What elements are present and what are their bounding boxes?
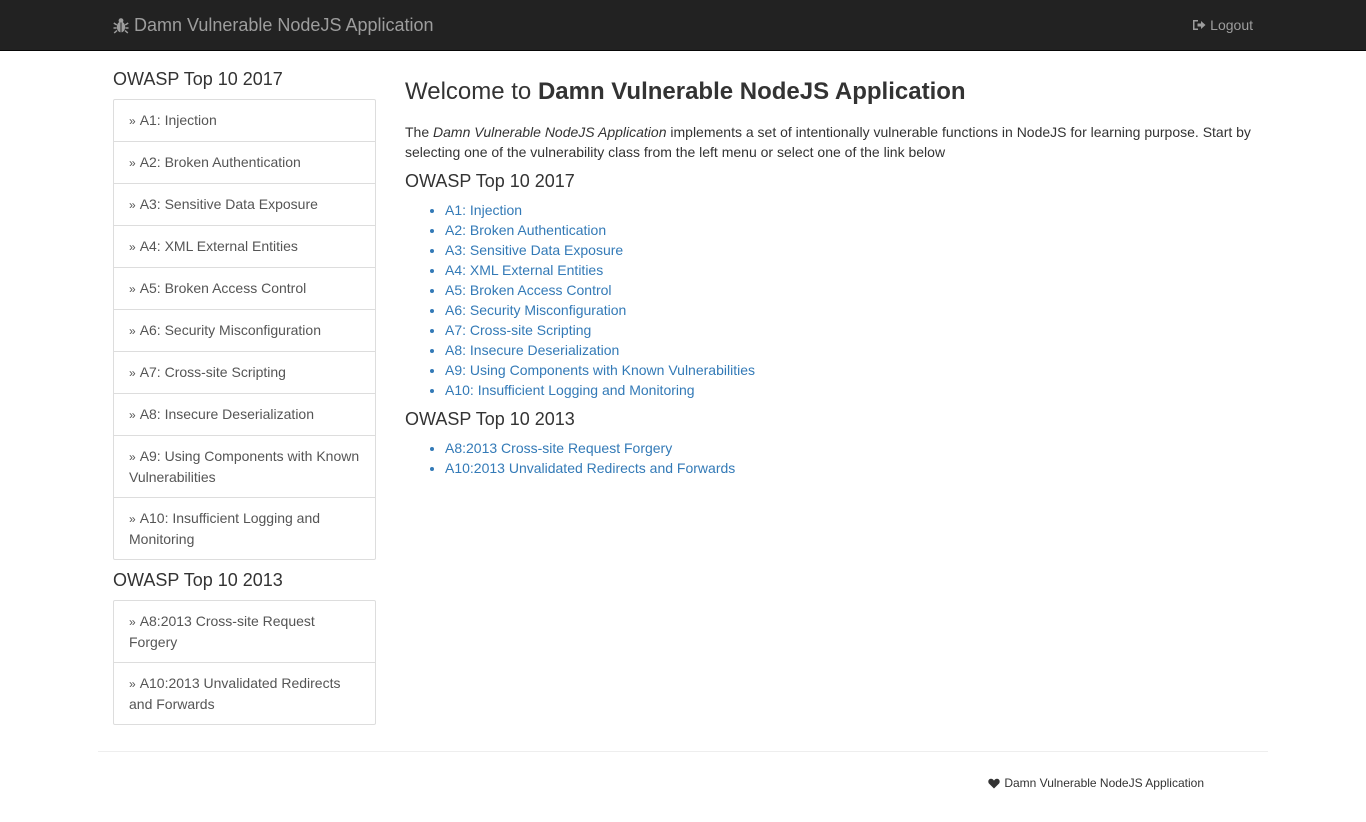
sidebar-item-label: A5: Broken Access Control [139,280,307,296]
logout-label: Logout [1210,17,1253,33]
sidebar-item-a10[interactable]: » A10: Insufficient Logging and Monitorin… [113,497,376,560]
double-chevron-right-icon: » [129,324,136,338]
sidebar: OWASP Top 10 2017 » A1: Injection » A2: Br… [113,66,376,732]
sidebar-item-a10-2013[interactable]: » A10:2013 Unvalidated Redirects and Forw… [113,662,376,725]
page-title: Welcome to Damn Vulnerable NodeJS Applic… [405,76,1255,108]
section-heading-2017: OWASP Top 10 2017 [405,171,575,191]
double-chevron-right-icon: » [129,114,136,128]
link-a1[interactable]: A1: Injection [445,202,522,218]
heart-icon [988,778,1000,789]
link-a6[interactable]: A6: Security Misconfiguration [445,302,626,318]
footer-divider [98,751,1268,752]
sidebar-item-label: A3: Sensitive Data Exposure [139,196,318,212]
sidebar-heading-2017: OWASP Top 10 2017 [113,69,283,89]
brand-title: Damn Vulnerable NodeJS Application [134,15,434,35]
double-chevron-right-icon: » [129,240,136,254]
double-chevron-right-icon: » [129,198,136,212]
top-navbar: Damn Vulnerable NodeJS Application Logou… [0,0,1366,51]
sidebar-item-label: A10:2013 Unvalidated Redirects and Forwa… [129,675,341,712]
double-chevron-right-icon: » [129,156,136,170]
list-item: A3: Sensitive Data Exposure [445,240,1255,260]
page-title-prefix: Welcome to [405,78,538,105]
link-a10[interactable]: A10: Insufficient Logging and Monitoring [445,382,695,398]
double-chevron-right-icon: » [129,366,136,380]
link-list-2013: A8:2013 Cross-site Request Forgery A10:2… [405,438,1255,478]
sidebar-item-label: A9: Using Components with Known Vulnerab… [129,448,360,485]
list-item: A2: Broken Authentication [445,220,1255,240]
list-item: A5: Broken Access Control [445,280,1255,300]
intro-the: The [405,124,434,140]
footer-text: Damn Vulnerable NodeJS Application [1004,776,1204,790]
link-a2[interactable]: A2: Broken Authentication [445,222,606,238]
list-item: A9: Using Components with Known Vulnerab… [445,360,1255,380]
list-item: A8:2013 Cross-site Request Forgery [445,438,1255,458]
link-a8-2013[interactable]: A8:2013 Cross-site Request Forgery [445,440,672,456]
double-chevron-right-icon: » [129,450,136,464]
section-heading-2013: OWASP Top 10 2013 [405,409,575,429]
logout-link[interactable]: Logout [1192,16,1253,34]
sidebar-item-a8-2013[interactable]: » A8:2013 Cross-site Request Forgery [113,600,376,663]
sidebar-item-a9[interactable]: » A9: Using Components with Known Vulnera… [113,435,376,498]
double-chevron-right-icon: » [129,512,136,526]
list-item: A1: Injection [445,200,1255,220]
list-item: A10: Insufficient Logging and Monitoring [445,380,1255,400]
sidebar-list-2017: » A1: Injection » A2: Broken Authenticatio… [113,99,376,560]
list-item: A10:2013 Unvalidated Redirects and Forwa… [445,458,1255,478]
page-title-app: Damn Vulnerable NodeJS Application [537,78,966,105]
sidebar-item-label: A10: Insufficient Logging and Monitoring [129,510,321,547]
list-item: A4: XML External Entities [445,260,1255,280]
sidebar-item-label: A6: Security Misconfiguration [139,322,321,338]
intro-app-name: Damn Vulnerable NodeJS Application [433,124,667,140]
link-a4[interactable]: A4: XML External Entities [445,262,603,278]
sidebar-item-a8[interactable]: » A8: Insecure Deserialization [113,393,376,436]
sidebar-item-a2[interactable]: » A2: Broken Authentication [113,141,376,184]
sidebar-item-label: A8:2013 Cross-site Request Forgery [129,613,315,650]
sidebar-item-label: A8: Insecure Deserialization [139,406,314,422]
link-a3[interactable]: A3: Sensitive Data Exposure [445,242,623,258]
sidebar-item-a7[interactable]: » A7: Cross-site Scripting [113,351,376,394]
sidebar-item-a4[interactable]: » A4: XML External Entities [113,225,376,268]
list-item: A6: Security Misconfiguration [445,300,1255,320]
sidebar-item-label: A1: Injection [139,112,217,128]
sidebar-item-a5[interactable]: » A5: Broken Access Control [113,267,376,310]
intro-paragraph: The Damn Vulnerable NodeJS Application i… [405,122,1255,162]
sidebar-item-a3[interactable]: » A3: Sensitive Data Exposure [113,183,376,226]
list-item: A7: Cross-site Scripting [445,320,1255,340]
link-a10-2013[interactable]: A10:2013 Unvalidated Redirects and Forwa… [445,460,735,476]
link-a7[interactable]: A7: Cross-site Scripting [445,322,591,338]
link-a5[interactable]: A5: Broken Access Control [445,282,612,298]
sidebar-heading-2013: OWASP Top 10 2013 [113,570,283,590]
double-chevron-right-icon: » [129,677,136,691]
link-a9[interactable]: A9: Using Components with Known Vulnerab… [445,362,755,378]
sidebar-item-a6[interactable]: » A6: Security Misconfiguration [113,309,376,352]
bug-icon [113,17,129,34]
link-list-2017: A1: Injection A2: Broken Authentication … [405,200,1255,400]
double-chevron-right-icon: » [129,408,136,422]
link-a8[interactable]: A8: Insecure Deserialization [445,342,619,358]
sidebar-item-label: A2: Broken Authentication [139,154,301,170]
sidebar-item-a1[interactable]: » A1: Injection [113,99,376,142]
main-content: Welcome to Damn Vulnerable NodeJS Applic… [405,76,1255,486]
sidebar-list-2013: » A8:2013 Cross-site Request Forgery » A10… [113,600,376,725]
sidebar-item-label: A7: Cross-site Scripting [139,364,286,380]
sidebar-item-label: A4: XML External Entities [139,238,298,254]
footer: Damn Vulnerable NodeJS Application [988,776,1204,790]
sign-out-icon [1192,19,1206,31]
list-item: A8: Insecure Deserialization [445,340,1255,360]
double-chevron-right-icon: » [129,282,136,296]
brand-link[interactable]: Damn Vulnerable NodeJS Application [113,14,434,36]
double-chevron-right-icon: » [129,615,136,629]
